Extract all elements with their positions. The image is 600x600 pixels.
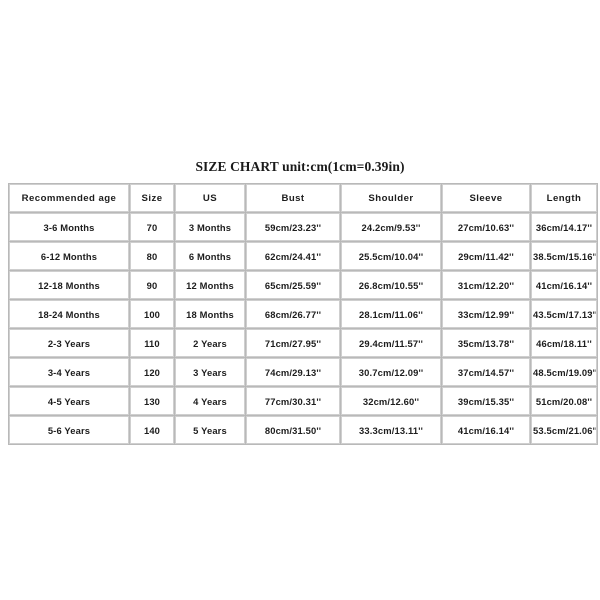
cell-shoulder: 32cm/12.60'' bbox=[341, 387, 441, 415]
column-header-bust: Bust bbox=[246, 184, 340, 212]
column-header-recommended-age: Recommended age bbox=[9, 184, 129, 212]
size-chart-table: Recommended age Size US Bust Shoulder Sl… bbox=[8, 183, 598, 445]
table-row: 12-18 Months 90 12 Months 65cm/25.59'' 2… bbox=[9, 271, 597, 299]
cell-us: 5 Years bbox=[175, 416, 245, 444]
cell-shoulder: 26.8cm/10.55'' bbox=[341, 271, 441, 299]
table-row: 18-24 Months 100 18 Months 68cm/26.77'' … bbox=[9, 300, 597, 328]
cell-sleeve: 37cm/14.57'' bbox=[442, 358, 530, 386]
cell-sleeve: 41cm/16.14'' bbox=[442, 416, 530, 444]
cell-size: 80 bbox=[130, 242, 174, 270]
cell-us: 12 Months bbox=[175, 271, 245, 299]
cell-sleeve: 29cm/11.42'' bbox=[442, 242, 530, 270]
cell-us: 2 Years bbox=[175, 329, 245, 357]
column-header-sleeve: Sleeve bbox=[442, 184, 530, 212]
cell-sleeve: 39cm/15.35'' bbox=[442, 387, 530, 415]
cell-us: 3 Months bbox=[175, 213, 245, 241]
cell-size: 110 bbox=[130, 329, 174, 357]
cell-length: 53.5cm/21.06'' bbox=[531, 416, 597, 444]
table-row: 2-3 Years 110 2 Years 71cm/27.95'' 29.4c… bbox=[9, 329, 597, 357]
cell-bust: 62cm/24.41'' bbox=[246, 242, 340, 270]
cell-size: 140 bbox=[130, 416, 174, 444]
cell-us: 3 Years bbox=[175, 358, 245, 386]
column-header-us: US bbox=[175, 184, 245, 212]
table-body: 3-6 Months 70 3 Months 59cm/23.23'' 24.2… bbox=[9, 213, 597, 444]
cell-length: 38.5cm/15.16'' bbox=[531, 242, 597, 270]
table-header-row: Recommended age Size US Bust Shoulder Sl… bbox=[9, 184, 597, 212]
cell-length: 46cm/18.11'' bbox=[531, 329, 597, 357]
cell-recommended-age: 4-5 Years bbox=[9, 387, 129, 415]
cell-shoulder: 29.4cm/11.57'' bbox=[341, 329, 441, 357]
cell-size: 130 bbox=[130, 387, 174, 415]
cell-bust: 71cm/27.95'' bbox=[246, 329, 340, 357]
cell-sleeve: 33cm/12.99'' bbox=[442, 300, 530, 328]
cell-size: 70 bbox=[130, 213, 174, 241]
cell-recommended-age: 3-6 Months bbox=[9, 213, 129, 241]
column-header-length: Length bbox=[531, 184, 597, 212]
size-chart-page: SIZE CHART unit:cm(1cm=0.39in) Recommend… bbox=[0, 0, 600, 600]
cell-bust: 80cm/31.50'' bbox=[246, 416, 340, 444]
cell-length: 51cm/20.08'' bbox=[531, 387, 597, 415]
cell-bust: 59cm/23.23'' bbox=[246, 213, 340, 241]
cell-shoulder: 24.2cm/9.53'' bbox=[341, 213, 441, 241]
cell-shoulder: 25.5cm/10.04'' bbox=[341, 242, 441, 270]
cell-bust: 74cm/29.13'' bbox=[246, 358, 340, 386]
cell-length: 48.5cm/19.09'' bbox=[531, 358, 597, 386]
cell-length: 43.5cm/17.13'' bbox=[531, 300, 597, 328]
cell-shoulder: 30.7cm/12.09'' bbox=[341, 358, 441, 386]
table-row: 6-12 Months 80 6 Months 62cm/24.41'' 25.… bbox=[9, 242, 597, 270]
cell-recommended-age: 12-18 Months bbox=[9, 271, 129, 299]
cell-bust: 65cm/25.59'' bbox=[246, 271, 340, 299]
column-header-size: Size bbox=[130, 184, 174, 212]
column-header-shoulder: Shoulder bbox=[341, 184, 441, 212]
cell-length: 36cm/14.17'' bbox=[531, 213, 597, 241]
table-header: Recommended age Size US Bust Shoulder Sl… bbox=[9, 184, 597, 212]
cell-recommended-age: 5-6 Years bbox=[9, 416, 129, 444]
table-row: 4-5 Years 130 4 Years 77cm/30.31'' 32cm/… bbox=[9, 387, 597, 415]
page-title: SIZE CHART unit:cm(1cm=0.39in) bbox=[195, 159, 405, 174]
cell-us: 6 Months bbox=[175, 242, 245, 270]
cell-length: 41cm/16.14'' bbox=[531, 271, 597, 299]
cell-sleeve: 35cm/13.78'' bbox=[442, 329, 530, 357]
cell-size: 100 bbox=[130, 300, 174, 328]
cell-sleeve: 27cm/10.63'' bbox=[442, 213, 530, 241]
cell-sleeve: 31cm/12.20'' bbox=[442, 271, 530, 299]
table-row: 3-6 Months 70 3 Months 59cm/23.23'' 24.2… bbox=[9, 213, 597, 241]
size-chart-table-container: Recommended age Size US Bust Shoulder Sl… bbox=[8, 183, 598, 445]
cell-size: 120 bbox=[130, 358, 174, 386]
cell-recommended-age: 18-24 Months bbox=[9, 300, 129, 328]
cell-recommended-age: 3-4 Years bbox=[9, 358, 129, 386]
table-row: 3-4 Years 120 3 Years 74cm/29.13'' 30.7c… bbox=[9, 358, 597, 386]
cell-recommended-age: 6-12 Months bbox=[9, 242, 129, 270]
cell-bust: 68cm/26.77'' bbox=[246, 300, 340, 328]
cell-shoulder: 28.1cm/11.06'' bbox=[341, 300, 441, 328]
cell-size: 90 bbox=[130, 271, 174, 299]
cell-us: 4 Years bbox=[175, 387, 245, 415]
cell-us: 18 Months bbox=[175, 300, 245, 328]
table-row: 5-6 Years 140 5 Years 80cm/31.50'' 33.3c… bbox=[9, 416, 597, 444]
cell-shoulder: 33.3cm/13.11'' bbox=[341, 416, 441, 444]
cell-bust: 77cm/30.31'' bbox=[246, 387, 340, 415]
cell-recommended-age: 2-3 Years bbox=[9, 329, 129, 357]
